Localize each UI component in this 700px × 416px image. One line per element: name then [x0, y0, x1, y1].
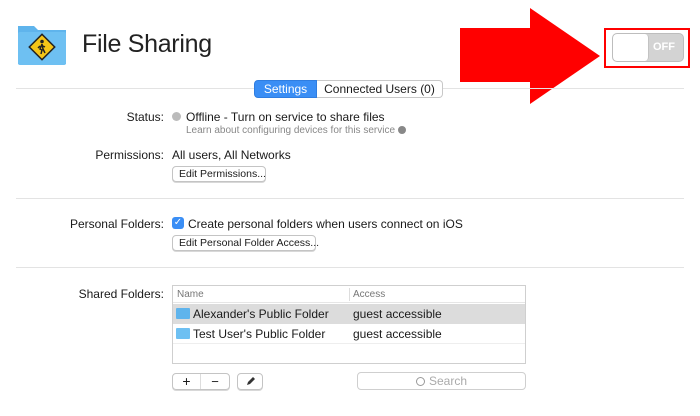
- learn-more-link[interactable]: Learn about configuring devices for this…: [186, 125, 406, 136]
- add-remove-group: + −: [172, 373, 230, 390]
- red-arrow-annotation: [460, 8, 600, 104]
- edit-folder-button[interactable]: [237, 373, 263, 390]
- folder-icon: [176, 328, 190, 339]
- toggle-label: OFF: [653, 41, 675, 53]
- shared-folders-table: Name Access Alexander's Public Folder gu…: [172, 285, 526, 364]
- table-row[interactable]: Alexander's Public Folder guest accessib…: [173, 304, 525, 324]
- status-offline-icon: [172, 112, 181, 121]
- folder-access: guest accessible: [353, 327, 442, 341]
- folder-name: Alexander's Public Folder: [193, 307, 329, 321]
- learn-more-text: Learn about configuring devices for this…: [186, 125, 396, 136]
- table-header: Name Access: [173, 286, 525, 303]
- page-title: File Sharing: [82, 30, 212, 58]
- tab-settings[interactable]: Settings: [254, 80, 317, 98]
- folder-name: Test User's Public Folder: [193, 327, 326, 341]
- column-header-name[interactable]: Name: [177, 286, 204, 303]
- permissions-value: All users, All Networks: [172, 148, 291, 162]
- pencil-icon: [247, 377, 255, 385]
- status-value: Offline - Turn on service to share files: [186, 110, 385, 124]
- column-header-access[interactable]: Access: [353, 286, 385, 303]
- column-divider: [349, 288, 350, 301]
- permissions-label: Permissions:: [95, 148, 164, 162]
- personal-folders-checkbox[interactable]: ✓: [172, 217, 184, 229]
- shared-folders-label: Shared Folders:: [78, 287, 164, 301]
- search-field[interactable]: Search: [357, 372, 526, 390]
- status-label: Status:: [126, 110, 164, 124]
- public-folder-icon: [176, 308, 190, 319]
- file-sharing-folder-icon: [16, 22, 68, 66]
- service-toggle[interactable]: OFF: [612, 33, 684, 62]
- toggle-knob: [613, 34, 649, 61]
- search-placeholder: Search: [428, 374, 468, 388]
- personal-folders-checkbox-label: Create personal folders when users conne…: [188, 217, 463, 231]
- personal-folders-label: Personal Folders:: [69, 217, 164, 231]
- add-folder-button[interactable]: +: [173, 374, 201, 389]
- edit-permissions-button[interactable]: Edit Permissions...: [172, 166, 266, 182]
- search-icon: [415, 377, 425, 386]
- remove-folder-button[interactable]: −: [201, 374, 229, 389]
- arrow-circle-icon: [397, 126, 406, 134]
- edit-personal-folder-access-button[interactable]: Edit Personal Folder Access...: [172, 235, 319, 251]
- folder-access: guest accessible: [353, 307, 442, 321]
- tab-connected-users[interactable]: Connected Users (0): [317, 80, 443, 98]
- table-row[interactable]: Test User's Public Folder guest accessib…: [173, 324, 525, 344]
